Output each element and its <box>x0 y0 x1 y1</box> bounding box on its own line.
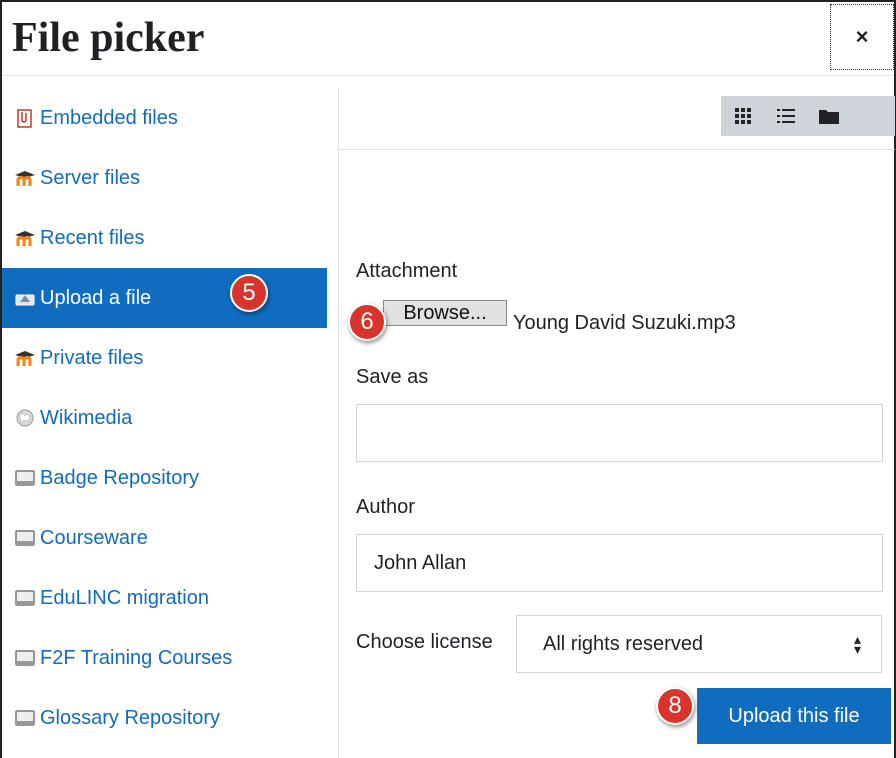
upload-panel: Attachment Browse... Young David Suzuki.… <box>338 88 895 758</box>
repository-icon <box>14 468 36 488</box>
wikimedia-icon <box>14 408 36 428</box>
sidebar-item-courseware[interactable]: Courseware <box>2 508 327 568</box>
dialog-title: File picker <box>12 15 205 61</box>
sidebar-item-label: Upload a file <box>40 286 152 309</box>
step-badge-6: 6 <box>348 303 386 341</box>
author-label: Author <box>356 496 415 518</box>
save-as-field[interactable] <box>356 404 883 462</box>
sidebar-item-label: F2F Training Courses <box>40 646 233 669</box>
embedded-files-icon <box>14 108 36 128</box>
repository-icon <box>14 708 36 728</box>
sidebar-item-edulinc-migration[interactable]: EduLINC migration <box>2 568 327 628</box>
sidebar-item-label: Courseware <box>40 526 148 549</box>
sidebar-item-wikimedia[interactable]: Wikimedia <box>2 388 327 448</box>
list-view-icon <box>776 109 795 123</box>
sidebar-item-label: Glossary Repository <box>40 706 221 729</box>
moodle-icon <box>14 228 36 248</box>
folder-view-button[interactable] <box>807 96 850 136</box>
grid-view-icon <box>734 108 751 124</box>
save-as-label: Save as <box>356 366 429 388</box>
sidebar-item-label: Badge Repository <box>40 466 199 489</box>
sidebar-item-embedded-files[interactable]: Embedded files <box>2 88 327 148</box>
moodle-icon <box>14 348 36 368</box>
upload-this-file-button[interactable]: Upload this file <box>697 688 891 744</box>
license-label: Choose license <box>356 631 493 653</box>
repository-icon <box>14 588 36 608</box>
sidebar-item-label: Server files <box>40 166 141 189</box>
select-arrows-icon: ▴ ▾ <box>853 631 861 657</box>
sidebar-item-recent-files[interactable]: Recent files <box>2 208 327 268</box>
license-selected-value: All rights reserved <box>543 632 704 655</box>
attachment-label: Attachment <box>356 260 458 282</box>
moodle-icon <box>14 168 36 188</box>
sidebar-item-label: EduLINC migration <box>40 586 209 609</box>
sidebar-item-label: Embedded files <box>40 106 178 129</box>
sidebar-item-label: Wikimedia <box>40 406 133 429</box>
license-select[interactable]: All rights reserved ▴ ▾ <box>516 615 882 673</box>
repository-icon <box>14 528 36 548</box>
sidebar-item-server-files[interactable]: Server files <box>2 148 327 208</box>
dialog-header: File picker × <box>2 2 894 76</box>
sidebar-item-badge-repository[interactable]: Badge Repository <box>2 448 327 508</box>
step-badge-8: 8 <box>656 687 694 725</box>
list-view-button[interactable] <box>764 96 807 136</box>
close-button[interactable]: × <box>830 4 894 70</box>
view-toolbar <box>339 88 895 150</box>
repository-sidebar: Embedded files Server files Recent files… <box>2 88 327 748</box>
view-switcher <box>721 96 895 136</box>
sidebar-item-upload-a-file[interactable]: Upload a file <box>2 268 327 328</box>
sidebar-item-private-files[interactable]: Private files <box>2 328 327 388</box>
author-field[interactable]: John Allan <box>356 534 883 592</box>
sidebar-item-glossary-repository[interactable]: Glossary Repository <box>2 688 327 748</box>
grid-view-button[interactable] <box>721 96 764 136</box>
sidebar-item-label: Private files <box>40 346 144 369</box>
browse-button[interactable]: Browse... <box>383 300 507 326</box>
repository-icon <box>14 648 36 668</box>
upload-icon <box>14 288 36 308</box>
sidebar-item-label: Recent files <box>40 226 145 249</box>
folder-view-icon <box>818 110 839 124</box>
selected-file-name: Young David Suzuki.mp3 <box>513 312 736 334</box>
step-badge-5: 5 <box>230 274 268 312</box>
close-icon: × <box>855 24 869 49</box>
sidebar-item-f2f-training-courses[interactable]: F2F Training Courses <box>2 628 327 688</box>
